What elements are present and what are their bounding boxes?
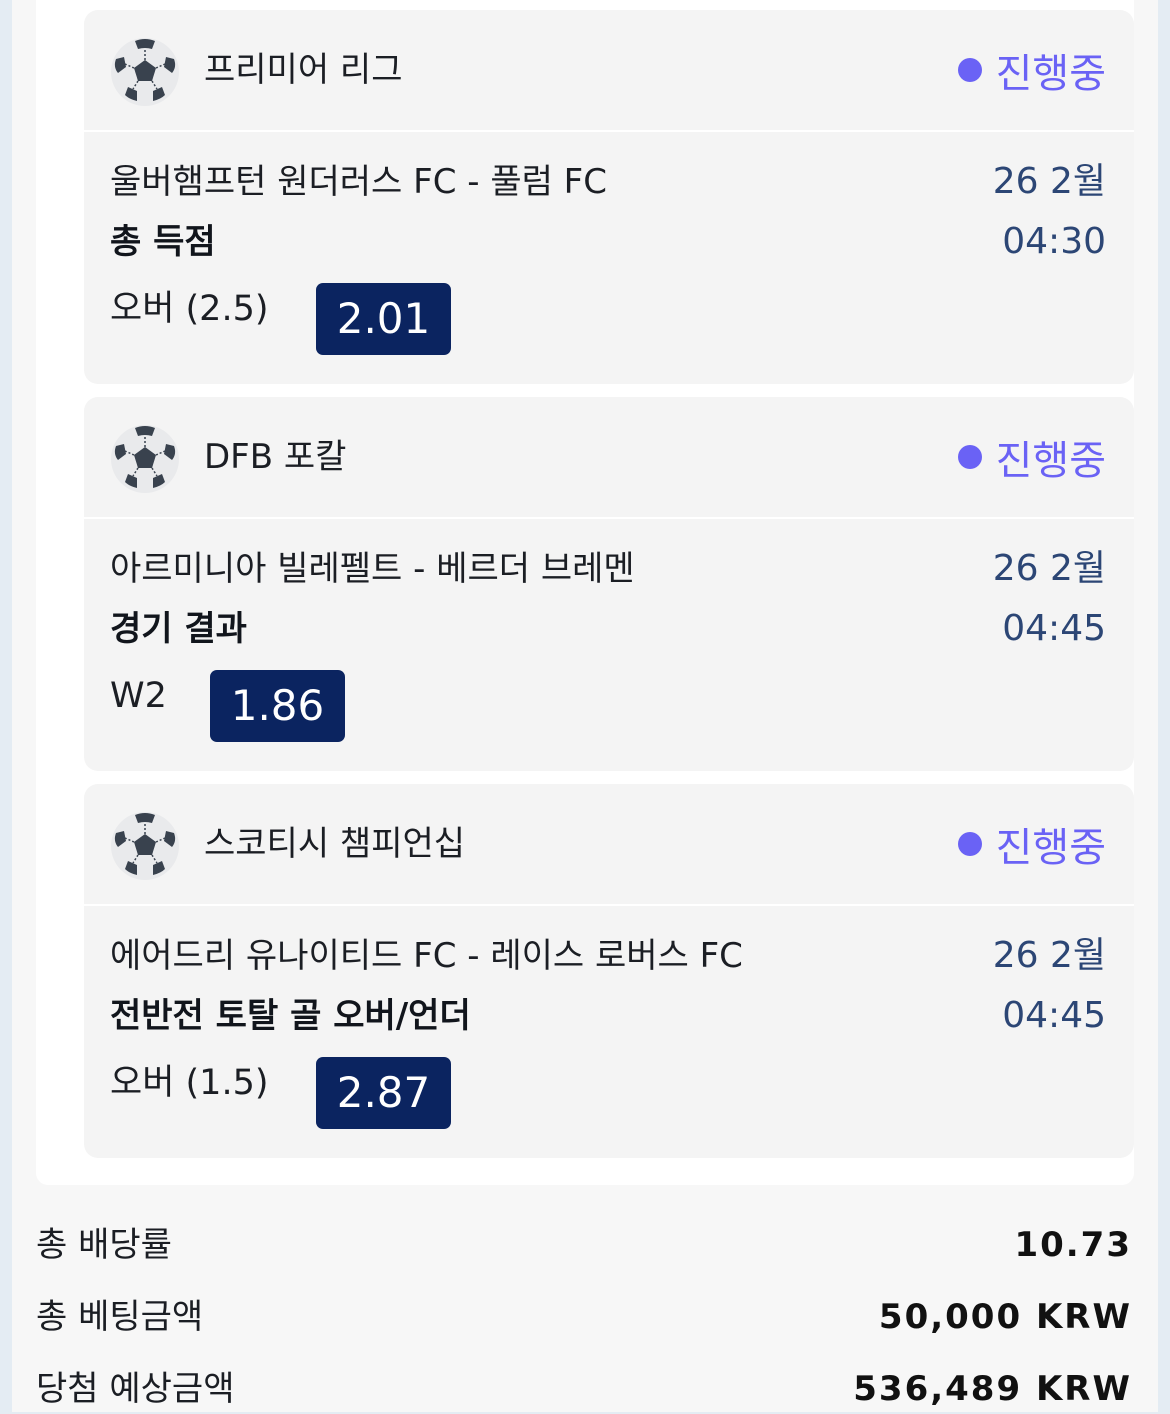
soccer-ball-icon [111,812,179,880]
live-status: 진행중 [957,433,1106,484]
total-stake-value: 50,000 KRW [878,1297,1132,1337]
live-status-label: 진행중 [995,51,1106,97]
bet-slip-sheet: 프리미어 리그 진행중 울버햄프턴 원더러스 FC - 풀럼 FC 26 2월 … [12,0,1158,1412]
live-status-label: 진행중 [995,438,1106,484]
match-time: 04:45 [1002,608,1106,649]
live-dot-icon [957,832,982,856]
match-time: 04:45 [1002,995,1106,1036]
match-teams: 울버햄프턴 원더러스 FC - 풀럼 FC [110,162,607,202]
league-name: 프리미어 리그 [204,50,403,90]
odds-badge: 2.87 [316,1057,451,1129]
bet-card-header: 프리미어 리그 진행중 [84,10,1134,132]
total-odds-value: 10.73 [1014,1225,1132,1265]
bet-market: 경기 결과 [110,609,247,649]
expected-payout-row: 당첨 예상금액 536,489 KRW [36,1364,1132,1414]
bet-card-header: 스코티시 챔피언십 진행중 [84,784,1134,906]
live-dot-icon [957,445,982,469]
bet-card-header: DFB 포칼 진행중 [84,397,1134,519]
total-odds-label: 총 배당률 [36,1225,172,1265]
match-date: 26 2월 [992,548,1106,589]
bet-market: 전반전 토탈 골 오버/언더 [110,996,471,1036]
live-status: 진행중 [957,46,1106,97]
bet-pick: 오버 (2.5) [110,289,269,329]
expected-payout-value: 536,489 KRW [853,1369,1132,1409]
bet-card[interactable]: 프리미어 리그 진행중 울버햄프턴 원더러스 FC - 풀럼 FC 26 2월 … [84,10,1134,384]
match-teams: 아르미니아 빌레펠트 - 베르더 브레멘 [110,549,635,589]
total-stake-label: 총 베팅금액 [36,1297,204,1337]
match-teams: 에어드리 유나이티드 FC - 레이스 로버스 FC [110,936,743,976]
bet-card[interactable]: 스코티시 챔피언십 진행중 에어드리 유나이티드 FC - 레이스 로버스 FC… [84,784,1134,1158]
odds-badge: 2.01 [316,283,451,355]
league-name: 스코티시 챔피언십 [204,824,466,864]
soccer-ball-icon [111,425,179,493]
odds-badge: 1.86 [210,670,345,742]
match-time: 04:30 [1002,221,1106,262]
bet-pick: 오버 (1.5) [110,1063,269,1103]
bet-market: 총 득점 [110,222,216,262]
total-stake-row: 총 베팅금액 50,000 KRW [36,1292,1132,1342]
total-odds-row: 총 배당률 10.73 [36,1220,1132,1270]
soccer-ball-icon [111,38,179,106]
live-status: 진행중 [957,820,1106,871]
expected-payout-label: 당첨 예상금액 [36,1369,235,1409]
match-date: 26 2월 [992,935,1106,976]
league-name: DFB 포칼 [204,437,347,477]
live-dot-icon [957,58,982,82]
bet-card[interactable]: DFB 포칼 진행중 아르미니아 빌레펠트 - 베르더 브레멘 26 2월 경기… [84,397,1134,771]
bet-pick: W2 [110,676,167,716]
live-status-label: 진행중 [995,825,1106,871]
bet-list-panel: 프리미어 리그 진행중 울버햄프턴 원더러스 FC - 풀럼 FC 26 2월 … [36,0,1134,1185]
match-date: 26 2월 [992,161,1106,202]
